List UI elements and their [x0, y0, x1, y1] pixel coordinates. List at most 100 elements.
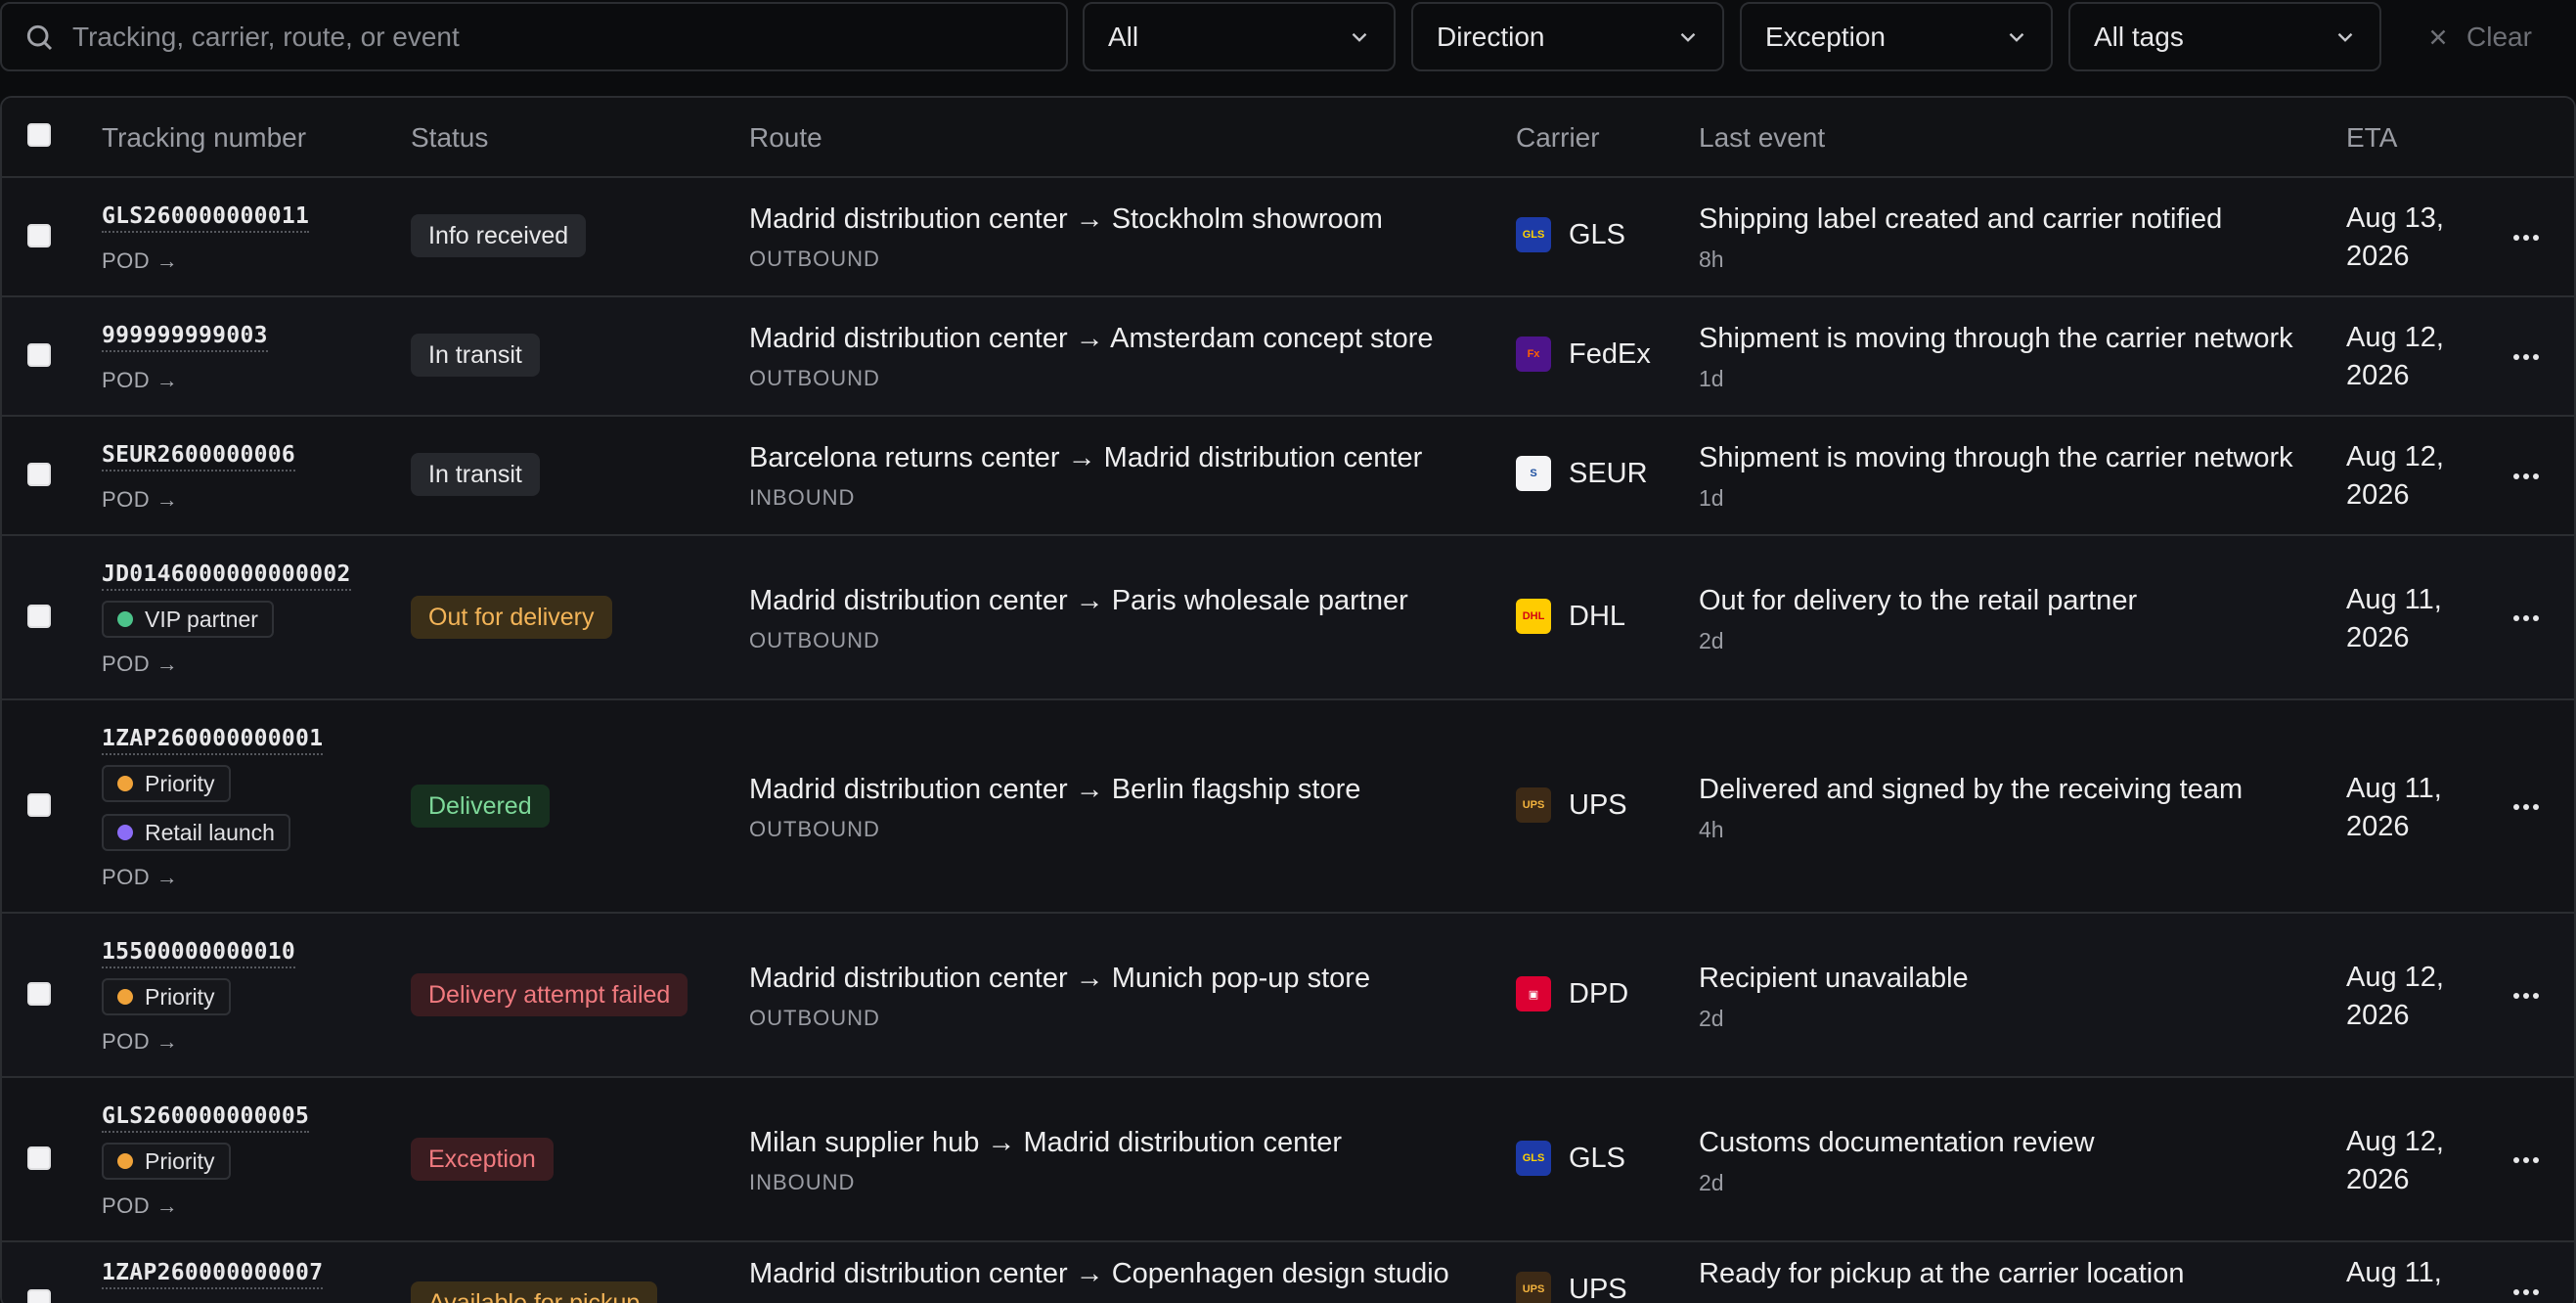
- tracking-number-link[interactable]: 1ZAP260000000001: [102, 726, 324, 755]
- tag-chip[interactable]: Priority: [102, 765, 231, 802]
- tags-filter-select[interactable]: All tags: [2068, 2, 2381, 71]
- dhl-logo-icon: DHL: [1516, 599, 1551, 634]
- status-badge: Available for pickup: [411, 1281, 658, 1303]
- last-event-age: 4h: [1699, 817, 1724, 842]
- tag-color-dot: [117, 825, 133, 840]
- pod-link[interactable]: POD →: [102, 652, 178, 677]
- route-text: Madrid distribution center → Copenhagen …: [749, 1258, 1449, 1289]
- tracking-number-link[interactable]: 1ZAP260000000007: [102, 1260, 324, 1289]
- route-text: Madrid distribution center → Paris whole…: [749, 585, 1408, 616]
- route-text: Madrid distribution center → Berlin flag…: [749, 774, 1361, 805]
- pod-link[interactable]: POD →: [102, 865, 178, 890]
- carrier-name: SEUR: [1569, 457, 1648, 489]
- pod-link[interactable]: POD →: [102, 487, 178, 513]
- tag-chip[interactable]: VIP partner: [102, 601, 274, 638]
- row-checkbox[interactable]: [27, 605, 51, 628]
- carrier-cell: UPS UPS: [1516, 787, 1627, 823]
- header-last-event[interactable]: Last event: [1699, 98, 1825, 178]
- tags-filter-value: All tags: [2094, 21, 2184, 52]
- tracking-number-link[interactable]: GLS260000000005: [102, 1103, 310, 1133]
- tag-chip[interactable]: Priority: [102, 1143, 231, 1180]
- row-actions-button[interactable]: [2511, 1146, 2541, 1175]
- tracking-number-link[interactable]: 999999999003: [102, 323, 268, 352]
- header-eta[interactable]: ETA: [2346, 98, 2397, 178]
- row-actions-button[interactable]: [2511, 462, 2541, 491]
- row-actions-button[interactable]: [2511, 604, 2541, 633]
- tracking-number-link[interactable]: JD0146000000000002: [102, 562, 351, 591]
- header-carrier[interactable]: Carrier: [1516, 98, 1600, 178]
- carrier-cell: DHL DHL: [1516, 599, 1625, 634]
- shipments-table: Tracking number Status Route Carrier Las…: [0, 96, 2576, 1303]
- chevron-down-icon: [2009, 32, 2024, 42]
- row-actions-button[interactable]: [2511, 1278, 2541, 1303]
- pod-link[interactable]: POD →: [102, 1193, 178, 1219]
- direction-filter-select[interactable]: Direction: [1411, 2, 1724, 71]
- carrier-name: GLS: [1569, 218, 1626, 250]
- status-badge: In transit: [411, 453, 540, 496]
- table-row[interactable]: 15500000000010 Priority POD → Delivery a…: [2, 914, 2574, 1078]
- carrier-cell: UPS UPS: [1516, 1272, 1627, 1303]
- row-checkbox[interactable]: [27, 224, 51, 247]
- more-horizontal-icon: [2513, 473, 2539, 479]
- direction-label: OUTBOUND: [749, 817, 880, 841]
- last-event-text: Delivered and signed by the receiving te…: [1699, 774, 2243, 805]
- clear-filters-button[interactable]: Clear: [2425, 2, 2532, 71]
- route-text: Milan supplier hub → Madrid distribution…: [749, 1127, 1343, 1158]
- carrier-name: DHL: [1569, 600, 1626, 632]
- exception-filter-select[interactable]: Exception: [1740, 2, 2053, 71]
- carrier-name: UPS: [1569, 1273, 1627, 1303]
- table-row[interactable]: 999999999003 POD → In transit Madrid dis…: [2, 297, 2574, 417]
- row-checkbox[interactable]: [27, 1289, 51, 1303]
- row-checkbox[interactable]: [27, 343, 51, 367]
- direction-label: OUTBOUND: [749, 1006, 880, 1030]
- search-box[interactable]: [0, 2, 1068, 71]
- filter-toolbar: All Direction Exception All tags Clear: [0, 0, 2576, 82]
- row-actions-button[interactable]: [2511, 792, 2541, 822]
- status-badge: Info received: [411, 214, 587, 257]
- row-checkbox[interactable]: [27, 463, 51, 486]
- row-checkbox[interactable]: [27, 982, 51, 1006]
- tag-color-dot: [117, 611, 133, 627]
- status-filter-select[interactable]: All: [1083, 2, 1396, 71]
- table-header: Tracking number Status Route Carrier Las…: [2, 98, 2574, 178]
- header-tracking[interactable]: Tracking number: [102, 98, 306, 178]
- last-event-text: Shipment is moving through the carrier n…: [1699, 323, 2293, 354]
- tracking-number-link[interactable]: 15500000000010: [102, 939, 296, 968]
- direction-filter-value: Direction: [1437, 21, 1545, 52]
- pod-link[interactable]: POD →: [102, 248, 178, 274]
- table-row[interactable]: SEUR2600000006 POD → In transit Barcelon…: [2, 417, 2574, 536]
- last-event-age: 8h: [1699, 247, 1724, 272]
- row-actions-button[interactable]: [2511, 981, 2541, 1011]
- last-event-text: Shipping label created and carrier notif…: [1699, 203, 2223, 235]
- table-row[interactable]: GLS260000000005 Priority POD → Exception…: [2, 1078, 2574, 1242]
- search-input[interactable]: [72, 21, 1066, 53]
- last-event-text: Shipment is moving through the carrier n…: [1699, 442, 2293, 473]
- status-filter-value: All: [1108, 21, 1139, 52]
- row-checkbox[interactable]: [27, 793, 51, 817]
- row-actions-button[interactable]: [2511, 223, 2541, 252]
- tracking-number-link[interactable]: SEUR2600000006: [102, 442, 296, 472]
- tracking-number-link[interactable]: GLS260000000011: [102, 203, 310, 233]
- clear-label: Clear: [2466, 21, 2532, 52]
- pod-link[interactable]: POD →: [102, 1029, 178, 1055]
- header-status[interactable]: Status: [411, 98, 488, 178]
- table-row[interactable]: GLS260000000011 POD → Info received Madr…: [2, 178, 2574, 297]
- header-route[interactable]: Route: [749, 98, 822, 178]
- tag-chip[interactable]: Priority: [102, 978, 231, 1015]
- tag-color-dot: [117, 776, 133, 791]
- table-row[interactable]: 1ZAP260000000007 Available for pickup Ma…: [2, 1242, 2574, 1303]
- exception-filter-value: Exception: [1765, 21, 1886, 52]
- row-actions-button[interactable]: [2511, 342, 2541, 372]
- close-icon: [2430, 29, 2446, 44]
- tag-chip[interactable]: Retail launch: [102, 814, 290, 851]
- eta-date: Aug 11, 2026: [2346, 584, 2442, 653]
- dpd-logo-icon: ▣: [1516, 976, 1551, 1011]
- table-row[interactable]: JD0146000000000002 VIP partner POD → Out…: [2, 536, 2574, 700]
- row-checkbox[interactable]: [27, 1146, 51, 1170]
- last-event-age: 1d: [1699, 485, 1724, 511]
- select-all-checkbox[interactable]: [27, 123, 51, 147]
- carrier-cell: GLS GLS: [1516, 217, 1625, 252]
- table-row[interactable]: 1ZAP260000000001 Priority Retail launch …: [2, 700, 2574, 914]
- pod-link[interactable]: POD →: [102, 368, 178, 393]
- tag-label: Retail launch: [145, 819, 275, 845]
